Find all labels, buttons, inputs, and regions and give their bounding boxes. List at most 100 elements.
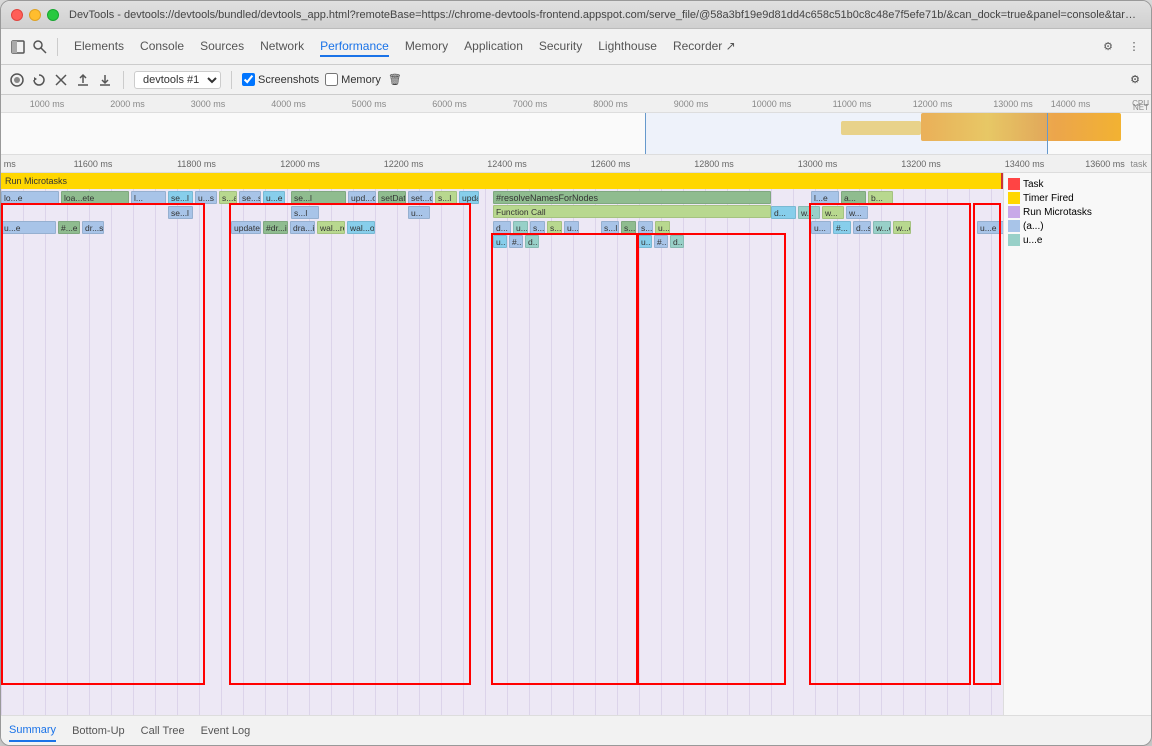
legend-a: (a...)	[1023, 221, 1044, 232]
tab-summary[interactable]: Summary	[9, 720, 56, 742]
tab-application[interactable]: Application	[464, 37, 523, 57]
flame-bar[interactable]: s...l	[435, 191, 457, 204]
inspect-icon[interactable]	[31, 38, 49, 56]
flame-bar[interactable]: d...	[771, 206, 796, 219]
more-icon[interactable]: ⋮	[1125, 38, 1143, 56]
tab-memory[interactable]: Memory	[405, 37, 448, 57]
run-microtasks-bar: Run Microtasks	[1, 173, 1001, 189]
tab-bottom-up[interactable]: Bottom-Up	[72, 721, 125, 741]
flame-svg: Run Microtasks Task lo...e loa...ete l..…	[1, 173, 1151, 715]
flame-bar[interactable]: w...e	[873, 221, 891, 234]
flame-bar[interactable]: s...a	[219, 191, 237, 204]
memory-checkbox[interactable]: Memory	[325, 73, 381, 86]
tab-console[interactable]: Console	[140, 37, 184, 57]
flame-bar[interactable]: set...ols	[408, 191, 433, 204]
legend-task: Task	[1023, 179, 1044, 190]
flame-bar[interactable]: u...	[564, 221, 579, 234]
flame-bar[interactable]: #dr...ine	[263, 221, 288, 234]
flame-bar[interactable]: s...	[621, 221, 636, 234]
flame-bar[interactable]: w...	[822, 206, 844, 219]
flame-bar[interactable]: d...s	[853, 221, 871, 234]
close-button[interactable]	[11, 9, 23, 21]
legend-u: u...e	[1023, 235, 1042, 246]
timeline-overview: 1000 ms 2000 ms 3000 ms 4000 ms 5000 ms …	[1, 95, 1151, 155]
tab-lighthouse[interactable]: Lighthouse	[598, 37, 657, 57]
detail-ruler: 400 ms 11600 ms 11800 ms 12000 ms 12200 …	[1, 155, 1151, 173]
flame-bar[interactable]: a...	[841, 191, 866, 204]
flame-bar[interactable]: #...	[654, 235, 668, 248]
flame-bar[interactable]: s...l	[291, 206, 319, 219]
flame-bar[interactable]: s...l	[601, 221, 619, 234]
performance-panel: 1000 ms 2000 ms 3000 ms 4000 ms 5000 ms …	[1, 95, 1151, 745]
flame-bar[interactable]: wal...ree	[317, 221, 345, 234]
device-select[interactable]: devtools #1	[134, 71, 221, 89]
settings-icon[interactable]: ⚙	[1099, 38, 1117, 56]
minimize-button[interactable]	[29, 9, 41, 21]
flame-bar[interactable]: d...	[493, 221, 511, 234]
flame-bar[interactable]: w...	[846, 206, 868, 219]
flame-bar[interactable]: #...e	[58, 221, 80, 234]
flame-bar[interactable]: u...e	[263, 191, 285, 204]
flame-bar[interactable]: dra...ies	[290, 221, 315, 234]
flame-bar[interactable]: dr...s	[82, 221, 104, 234]
flame-bar[interactable]: s...	[638, 221, 653, 234]
flame-bar[interactable]: wal...ode	[347, 221, 375, 234]
tab-network[interactable]: Network	[260, 37, 304, 57]
flame-bar[interactable]: update	[459, 191, 479, 204]
tab-security[interactable]: Security	[539, 37, 582, 57]
separator2	[123, 71, 124, 89]
flame-bar[interactable]: u...	[493, 235, 507, 248]
flame-bar[interactable]: se...l	[168, 191, 193, 204]
flame-bar[interactable]: lo...e	[1, 191, 59, 204]
tab-sources[interactable]: Sources	[200, 37, 244, 57]
flame-bar[interactable]: #...	[833, 221, 851, 234]
trash-icon[interactable]: 🗑	[387, 72, 403, 88]
flame-bar[interactable]: se...l	[291, 191, 346, 204]
upload-icon[interactable]	[75, 72, 91, 88]
flame-bar[interactable]: u...	[513, 221, 528, 234]
flame-bar[interactable]: setData	[378, 191, 406, 204]
flame-bar[interactable]: d...	[670, 235, 684, 248]
flame-bar[interactable]: u...	[655, 221, 670, 234]
separator3	[231, 71, 232, 89]
flame-chart-container[interactable]: Run Microtasks Task lo...e loa...ete l..…	[1, 173, 1151, 715]
perf-toolbar-right: ⚙	[1127, 72, 1143, 88]
flame-bar[interactable]: u...	[638, 235, 652, 248]
flame-bar[interactable]: se...s	[239, 191, 261, 204]
maximize-button[interactable]	[47, 9, 59, 21]
perf-settings-icon[interactable]: ⚙	[1127, 72, 1143, 88]
flame-bar-resolve[interactable]: #resolveNamesForNodes	[493, 191, 771, 204]
flame-bar[interactable]: b...	[868, 191, 893, 204]
tab-performance[interactable]: Performance	[320, 37, 389, 57]
flame-bar[interactable]: w...e	[893, 221, 911, 234]
flame-bar[interactable]: u...	[408, 206, 430, 219]
download-icon[interactable]	[97, 72, 113, 88]
flame-bar-function-call[interactable]: Function Call	[493, 205, 771, 218]
flame-bar[interactable]: d...	[525, 235, 539, 248]
flame-bar[interactable]: s...l	[530, 221, 545, 234]
flame-bar[interactable]: loa...ete	[61, 191, 129, 204]
clear-icon[interactable]	[53, 72, 69, 88]
toolbar-right: ⚙ ⋮	[1099, 38, 1143, 56]
legend-run-microtasks: Run Microtasks	[1023, 207, 1092, 218]
reload-record-icon[interactable]	[31, 72, 47, 88]
timeline-minimap[interactable]	[1, 113, 1151, 155]
tab-call-tree[interactable]: Call Tree	[141, 721, 185, 741]
flame-bar[interactable]: #...	[509, 235, 523, 248]
flame-bar[interactable]: u...s	[195, 191, 217, 204]
flame-bar[interactable]: u...e	[1, 221, 56, 234]
flame-bar[interactable]: u...	[811, 221, 831, 234]
flame-bar[interactable]: w...	[798, 206, 820, 219]
dock-icon[interactable]	[9, 38, 27, 56]
flame-bar[interactable]: se...l	[168, 206, 193, 219]
flame-bar[interactable]: upd...ols	[348, 191, 376, 204]
screenshots-checkbox[interactable]: Screenshots	[242, 73, 319, 86]
tab-event-log[interactable]: Event Log	[201, 721, 251, 741]
tab-elements[interactable]: Elements	[74, 37, 124, 57]
flame-bar[interactable]: l...	[131, 191, 166, 204]
flame-bar[interactable]: update	[231, 221, 261, 234]
flame-bar[interactable]: s...	[547, 221, 562, 234]
record-icon[interactable]	[9, 72, 25, 88]
tab-recorder[interactable]: Recorder ↗	[673, 37, 736, 57]
flame-bar[interactable]: l...e	[811, 191, 839, 204]
